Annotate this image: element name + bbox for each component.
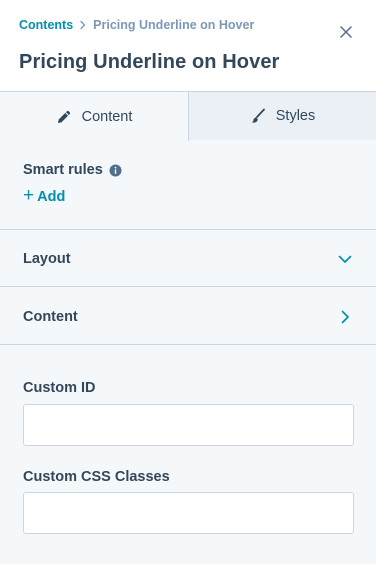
info-icon[interactable] — [109, 164, 122, 177]
breadcrumb-link-contents[interactable]: Contents — [19, 18, 73, 32]
close-icon — [340, 26, 352, 38]
smart-rules-label: Smart rules — [23, 162, 103, 178]
custom-id-field[interactable] — [23, 404, 354, 446]
content-section-toggle[interactable]: Content — [0, 288, 376, 345]
breadcrumb: Contents Pricing Underline on Hover — [19, 17, 254, 33]
sidebar-panel: Contents Pricing Underline on Hover Pric… — [0, 0, 376, 564]
close-button[interactable] — [336, 22, 356, 42]
tab-content-label: Content — [81, 108, 133, 125]
pencil-icon — [56, 109, 72, 125]
chevron-down-icon — [336, 250, 354, 268]
smart-rules-section: Smart rules + Add — [0, 140, 376, 230]
brush-icon — [250, 108, 266, 124]
panel-header: Contents Pricing Underline on Hover Pric… — [0, 0, 376, 92]
tab-styles[interactable]: Styles — [189, 92, 376, 140]
content-section-label: Content — [23, 309, 78, 325]
plus-icon: + — [23, 185, 35, 206]
chevron-right-icon — [336, 308, 354, 326]
add-label: Add — [37, 188, 66, 205]
tab-content[interactable]: Content — [0, 92, 189, 141]
custom-css-classes-field[interactable] — [23, 492, 354, 534]
page-title: Pricing Underline on Hover — [19, 51, 280, 73]
breadcrumb-current: Pricing Underline on Hover — [93, 18, 255, 32]
custom-css-classes-label: Custom CSS Classes — [23, 469, 170, 485]
custom-id-label: Custom ID — [23, 380, 96, 396]
tab-bar: Content Styles — [0, 92, 376, 141]
add-smart-rule-button[interactable]: + Add — [23, 185, 66, 206]
smart-rules-heading: Smart rules — [23, 162, 122, 178]
tab-styles-label: Styles — [275, 108, 316, 124]
layout-section-label: Layout — [23, 251, 71, 267]
layout-section-toggle[interactable]: Layout — [0, 230, 376, 287]
chevron-right-icon — [79, 20, 87, 30]
